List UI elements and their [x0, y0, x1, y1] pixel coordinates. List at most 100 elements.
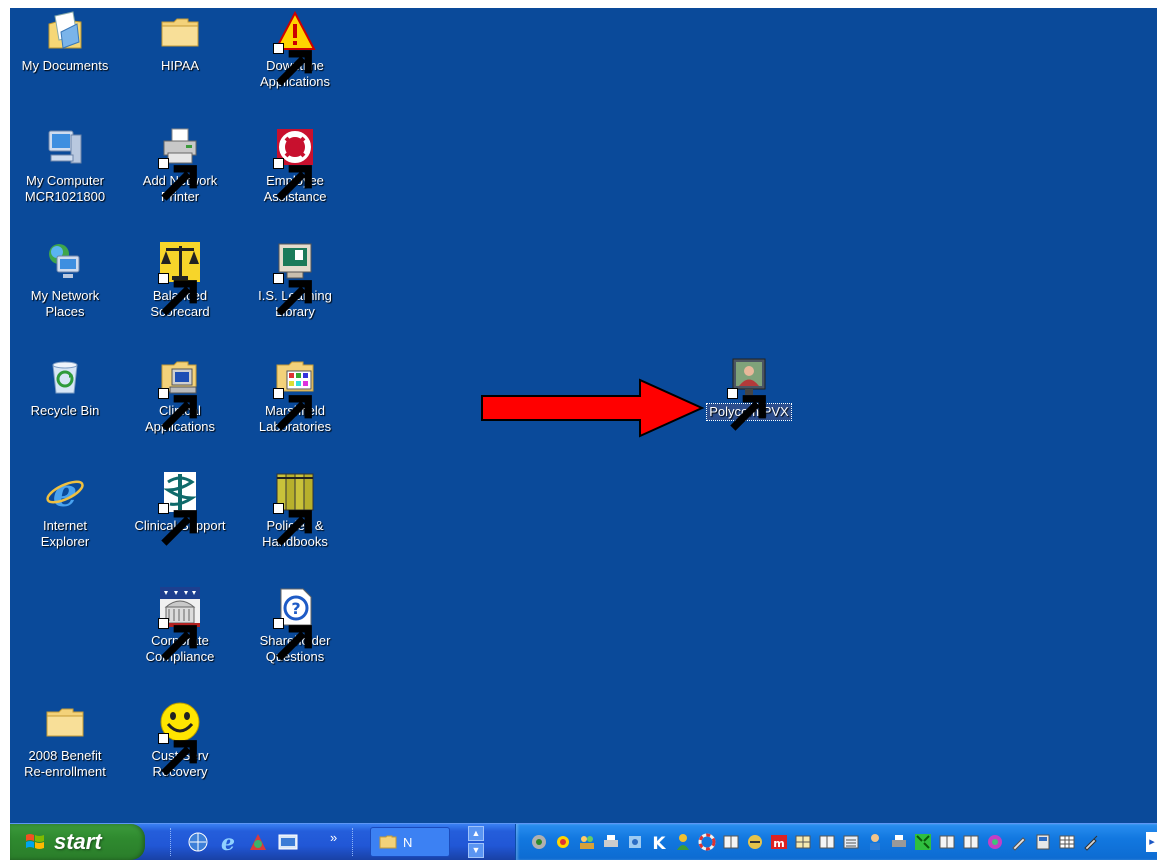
tray-book-icon[interactable] [938, 833, 956, 851]
tray-app-icon[interactable] [746, 833, 764, 851]
shortcut-arrow-icon [273, 618, 312, 661]
folder-apps-icon [273, 355, 317, 431]
capitol-icon [158, 585, 202, 661]
svg-text:K: K [652, 834, 666, 851]
shortcut-arrow-icon [158, 273, 197, 316]
svg-text:e: e [53, 470, 77, 514]
tray-lifesaver-icon[interactable] [698, 833, 716, 851]
folder-icon [43, 700, 87, 744]
tray-book-icon[interactable] [962, 833, 980, 851]
tray-user-icon[interactable] [866, 833, 884, 851]
windows-flag-icon [26, 834, 44, 849]
desktop-icon-my-documents[interactable]: My Documents [10, 10, 120, 74]
internet-explorer-icon: e [43, 470, 87, 514]
taskbar-window-label: N [403, 834, 413, 850]
desktop-icon-polycom-pvx[interactable]: Polycom PVX [694, 355, 804, 431]
lifesaver-icon [273, 125, 317, 201]
quicklaunch-internet-explorer-icon[interactable]: e [216, 830, 240, 856]
desktop-icon-internet-explorer[interactable]: e Internet Explorer [10, 470, 120, 550]
tray-edit-icon[interactable] [1082, 833, 1100, 851]
taskbar-separator [352, 828, 356, 856]
taskbar-strip: start e » N ▲ ▼ K m ▸ [10, 823, 1157, 860]
tray-network-status-icon[interactable] [914, 833, 932, 851]
desktop-icon-employee-assistance[interactable]: Employee Assistance [240, 125, 350, 205]
desktop-icon-my-computer[interactable]: My Computer MCR1021800 [10, 125, 120, 205]
computer-icon [43, 125, 87, 169]
desktop-icon-clinical-applications[interactable]: Clinical Applications [125, 355, 235, 435]
desktop-icon-my-network-places[interactable]: My Network Places [10, 240, 120, 320]
shortcut-arrow-icon [273, 388, 312, 431]
tray-person-icon[interactable] [674, 833, 692, 851]
desktop-icon-2008-benefit[interactable]: 2008 Benefit Re-enrollment [10, 700, 120, 780]
desktop-icon-corporate-compliance[interactable]: Corporate Compliance [125, 585, 235, 665]
desktop-icon-label: My Computer MCR1021800 [24, 173, 106, 204]
taskbar-separator [170, 828, 174, 856]
printer-icon [158, 125, 202, 201]
tray-overflow-chevron[interactable]: ▸ [1146, 832, 1157, 852]
tray-network-icon[interactable] [530, 833, 548, 851]
smiley-icon [158, 700, 202, 776]
scroll-up-button[interactable]: ▲ [468, 826, 484, 841]
tray-printer-icon[interactable] [890, 833, 908, 851]
shortcut-arrow-icon [158, 158, 197, 201]
quicklaunch-globe-icon[interactable] [186, 830, 210, 854]
taskbar-scroll-control[interactable]: ▲ ▼ [468, 826, 484, 858]
desktop-icon-cust-serv-recovery[interactable]: Cust Serv Recovery [125, 700, 235, 780]
shortcut-arrow-icon [158, 618, 197, 661]
desktop-icon-add-network-printer[interactable]: Add Network Printer [125, 125, 235, 205]
shortcut-arrow-icon [273, 158, 312, 201]
tray-book-icon[interactable] [722, 833, 740, 851]
scroll-down-button[interactable]: ▼ [468, 843, 484, 858]
scales-icon [158, 240, 202, 316]
help-icon: ? [273, 585, 317, 661]
desktop-icon-is-learning-library[interactable]: I.S. Learning Library [240, 240, 350, 320]
desktop-icon-shareholder-questions[interactable]: ? Shareholder Questions [240, 585, 350, 665]
warning-icon [273, 10, 317, 86]
start-button[interactable]: start [10, 824, 145, 860]
tray-printer-icon[interactable] [602, 833, 620, 851]
quicklaunch-show-desktop-icon[interactable] [276, 830, 300, 854]
desktop-icon-label: 2008 Benefit Re-enrollment [24, 748, 106, 779]
tray-grid-icon[interactable] [794, 833, 812, 851]
tray-list-icon[interactable] [842, 833, 860, 851]
desktop-icon-marshfield-laboratories[interactable]: Marshfield Laboratories [240, 355, 350, 435]
polycom-icon [727, 355, 771, 431]
desktop-icon-recycle-bin[interactable]: Recycle Bin [10, 355, 120, 419]
taskbar: start e » N ▲ ▼ K m ▸ [0, 823, 1157, 867]
desktop-icon-label: Recycle Bin [30, 403, 100, 418]
desktop-icon-label: HIPAA [160, 58, 200, 73]
quicklaunch-overflow-chevron[interactable]: » [330, 830, 337, 845]
desktop-icon-label: Internet Explorer [40, 518, 90, 549]
shortcut-arrow-icon [273, 503, 312, 546]
tray-security-icon[interactable] [554, 833, 572, 851]
shortcut-arrow-icon [158, 388, 197, 431]
desktop-icon-hipaa[interactable]: HIPAA [125, 10, 235, 74]
folder-icon [379, 835, 397, 849]
shortcut-arrow-icon [727, 388, 766, 431]
binders-icon [273, 470, 317, 546]
tray-m-icon[interactable]: m [770, 833, 788, 851]
tray-color-icon[interactable] [986, 833, 1004, 851]
red-arrow-annotation [481, 378, 705, 438]
shortcut-arrow-icon [273, 43, 312, 86]
folder-icon [158, 10, 202, 54]
system-tray: K m ▸ [515, 824, 1157, 860]
tray-pen-icon[interactable] [1010, 833, 1028, 851]
network-places-icon [43, 240, 87, 284]
desktop-icon-downtime-applications[interactable]: Downtime Applications [240, 10, 350, 90]
tray-phone-icon[interactable] [1034, 833, 1052, 851]
tray-book-icon[interactable] [818, 833, 836, 851]
desktop-icon-label: My Documents [21, 58, 109, 73]
monitor-icon [273, 240, 317, 316]
quicklaunch-app-icon[interactable] [246, 830, 270, 854]
svg-text:e: e [221, 830, 235, 854]
tray-users-icon[interactable] [578, 833, 596, 851]
desktop-icon-balanced-scorecard[interactable]: Balanced Scorecard [125, 240, 235, 320]
desktop-icon-clinical-support[interactable]: Clinical Support [125, 470, 235, 546]
tray-k-icon[interactable]: K [650, 833, 668, 851]
tray-tool-icon[interactable] [626, 833, 644, 851]
taskbar-window-button[interactable]: N [370, 827, 450, 857]
desktop-icon-policies-handbooks[interactable]: Policies & Handbooks [240, 470, 350, 550]
tray-table-icon[interactable] [1058, 833, 1076, 851]
shortcut-arrow-icon [158, 503, 197, 546]
